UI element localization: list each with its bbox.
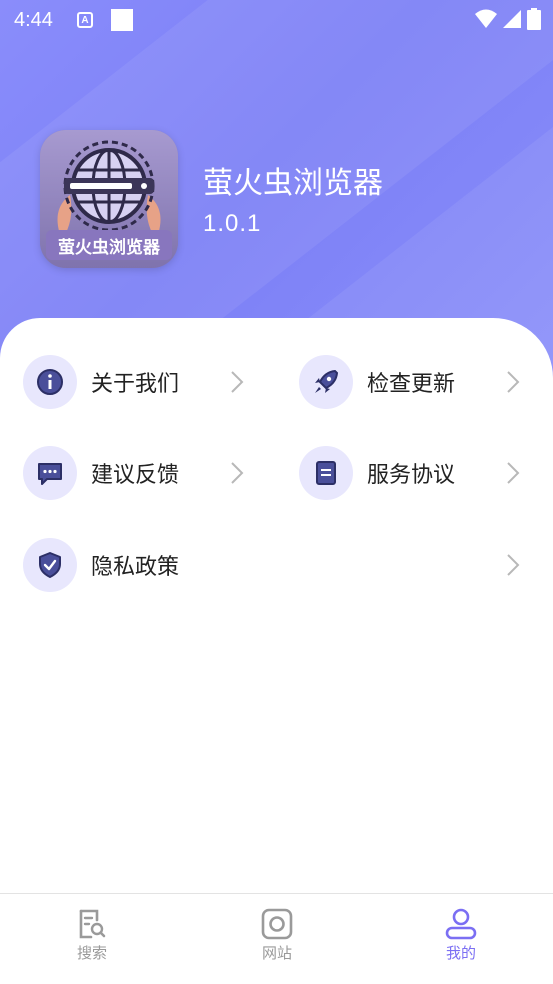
menu-item-about[interactable]: 关于我们 — [23, 354, 248, 410]
wifi-icon — [475, 9, 497, 28]
app-logo: 萤火虫浏览器 — [40, 130, 178, 268]
app-name: 萤火虫浏览器 — [203, 166, 383, 201]
logo-text: 萤火虫浏览器 — [58, 238, 160, 258]
shield-check-icon — [39, 552, 61, 578]
user-icon — [445, 908, 477, 940]
battery-icon — [527, 8, 541, 30]
menu-label-check-update: 检查更新 — [367, 372, 456, 397]
search-document-icon — [79, 909, 106, 939]
menu-label-privacy: 隐私政策 — [91, 555, 180, 580]
nav-label-search: 搜索 — [76, 944, 107, 962]
menu-panel: 关于我们 检查更新 建议反馈 服务协议 隐私政策 — [0, 318, 553, 894]
chat-bubble-icon — [38, 463, 62, 485]
status-time: 4:44 — [14, 8, 53, 31]
menu-item-check-update[interactable]: 检查更新 — [299, 354, 524, 410]
menu-label-feedback: 建议反馈 — [91, 463, 180, 488]
status-bar: 4:44 A — [0, 0, 553, 40]
chevron-right-icon — [507, 371, 520, 393]
menu-icon-bg — [299, 446, 353, 500]
nav-label-website: 网站 — [261, 944, 292, 962]
notification-square-icon — [110, 9, 133, 31]
menu-icon-bg — [23, 538, 77, 592]
nav-label-mine: 我的 — [445, 944, 476, 962]
bottom-nav: 搜索 网站 我的 — [0, 893, 553, 984]
menu-item-privacy[interactable]: 隐私政策 — [23, 537, 524, 593]
signal-icon — [503, 10, 521, 28]
notification-icon: A — [76, 12, 93, 28]
nav-tab-mine[interactable]: 我的 — [401, 894, 521, 984]
chevron-right-icon — [231, 462, 244, 484]
nav-tab-search[interactable]: 搜索 — [32, 894, 152, 984]
website-icon — [261, 908, 293, 940]
menu-item-feedback[interactable]: 建议反馈 — [23, 445, 248, 501]
nav-tab-website[interactable]: 网站 — [217, 894, 337, 984]
menu-icon-bg — [23, 355, 77, 409]
rocket-icon — [315, 369, 339, 393]
menu-label-service: 服务协议 — [367, 463, 456, 488]
menu-item-service[interactable]: 服务协议 — [299, 445, 524, 501]
chevron-right-icon — [507, 554, 520, 576]
menu-label-about: 关于我们 — [91, 372, 180, 397]
info-icon — [37, 369, 63, 395]
menu-icon-bg — [299, 355, 353, 409]
menu-icon-bg — [23, 446, 77, 500]
status-icons — [475, 8, 541, 30]
chevron-right-icon — [507, 462, 520, 484]
app-version: 1.0.1 — [203, 210, 262, 237]
document-icon — [316, 461, 336, 485]
chevron-right-icon — [231, 371, 244, 393]
